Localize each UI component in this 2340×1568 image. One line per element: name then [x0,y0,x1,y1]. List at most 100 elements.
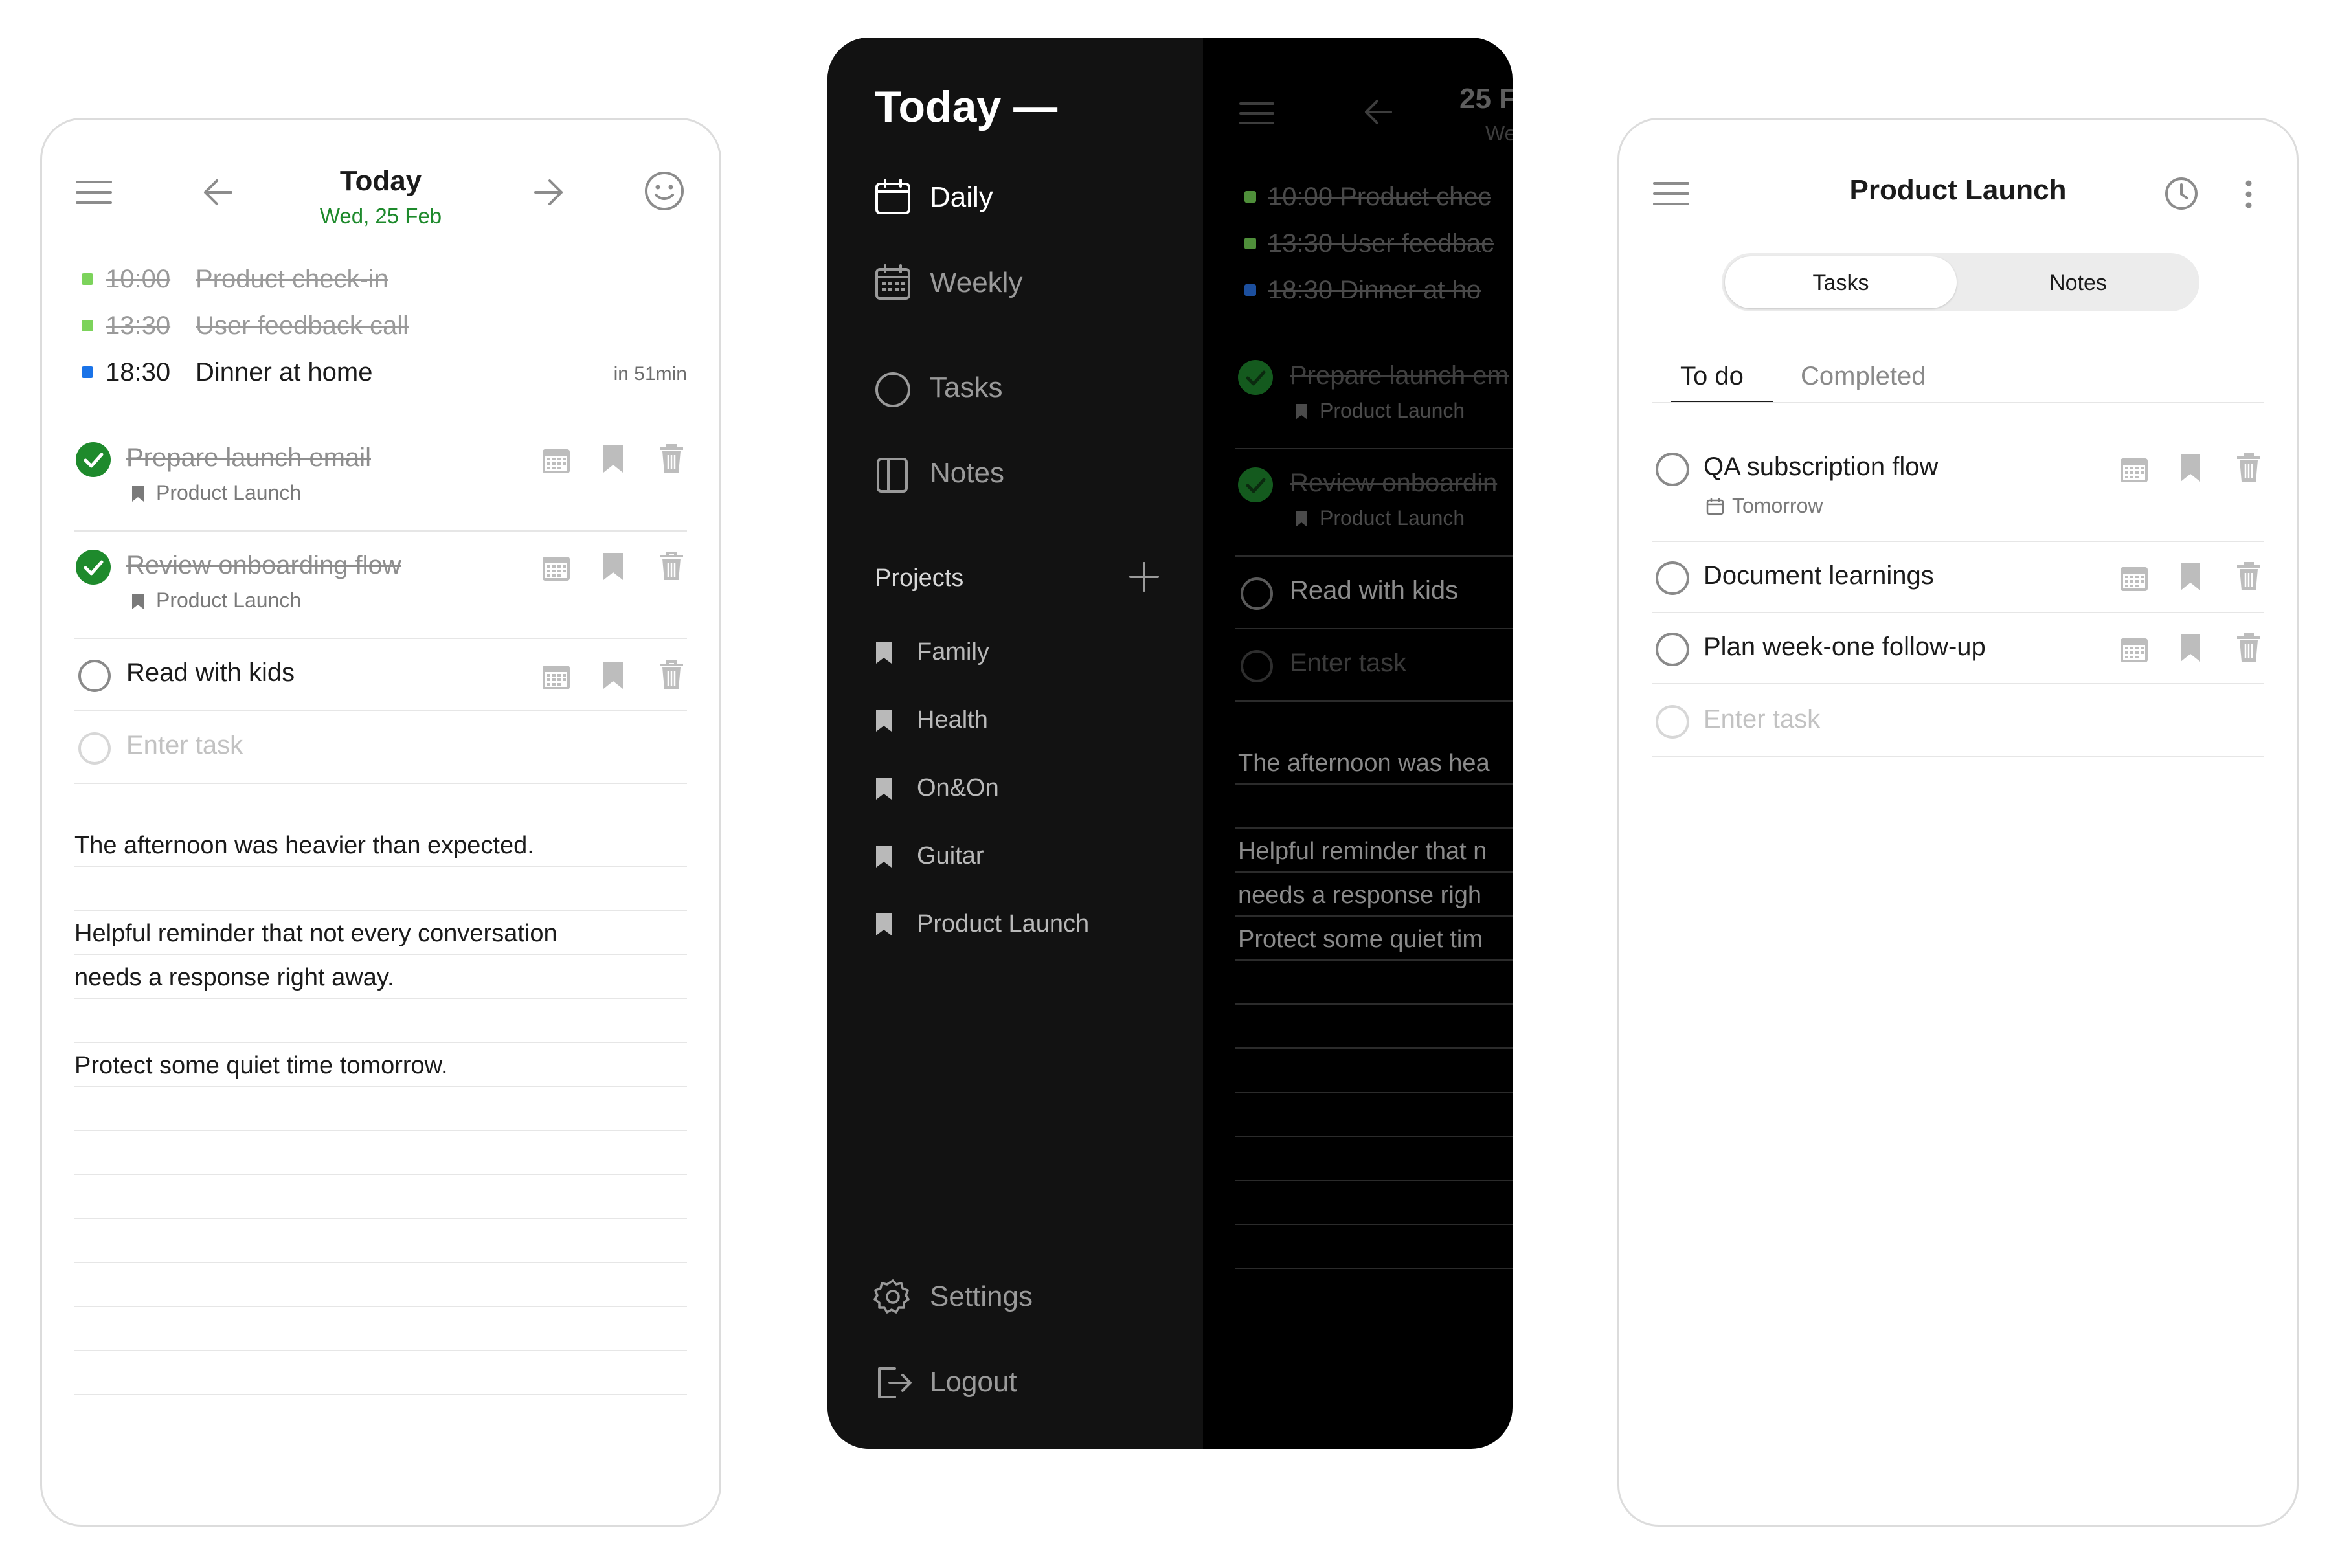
completed-check-icon [1238,360,1273,395]
bookmark-icon [1295,403,1308,420]
delete-icon[interactable] [2237,633,2260,662]
event-color-dot [1244,191,1256,203]
bookmark-action-icon[interactable] [603,552,624,581]
schedule-icon[interactable] [2121,455,2148,482]
peek-note-line: Protect some quiet tim [1238,926,1483,953]
note-line: Helpful reminder that not every conversa… [74,920,557,947]
next-day-icon[interactable] [533,177,564,208]
divider [74,638,687,639]
tab-label: Notes [2049,271,2107,295]
task-title: Prepare launch email [126,443,371,472]
more-options-icon[interactable] [2245,180,2253,208]
tab-tasks[interactable]: Tasks [1725,256,1957,308]
event-title: User feedback call [196,311,409,340]
divider [1652,402,2264,403]
peek-task-project: Product Launch [1320,506,1465,530]
delete-icon[interactable] [660,552,683,581]
event-color-dot [82,320,93,331]
bookmark-action-icon[interactable] [603,445,624,473]
logout-label: Logout [930,1366,1017,1398]
note-line: needs a response right away. [74,964,394,991]
delete-icon[interactable] [2237,453,2260,482]
project-label: Family [917,638,989,666]
peek-note-line: Helpful reminder that n [1238,838,1487,865]
event-color-dot [1244,238,1256,249]
new-task-input[interactable]: Enter task [126,731,243,760]
peek-date: 25 F [1459,83,1513,115]
dimmed-today-screen[interactable]: 25 F We 10:00 Product chec 13:30 User fe… [1203,38,1513,1449]
peek-event: 18:30 Dinner at ho [1268,276,1481,304]
today-screen: Today Wed, 25 Feb 10:00 Product check-in… [40,118,721,1527]
tab-to-do[interactable]: To do [1680,362,1744,391]
peek-task-project: Product Launch [1320,399,1465,422]
bookmark-icon [875,913,892,936]
gear-icon [873,1278,912,1316]
task-checkbox [1241,577,1273,610]
settings-label: Settings [930,1281,1033,1312]
peek-task-title: Prepare launch em [1290,361,1509,390]
projects-heading: Projects [875,565,964,592]
previous-day-icon [1364,97,1393,127]
current-date: Wed, 25 Feb [319,204,442,228]
add-project-icon[interactable] [1129,562,1159,592]
side-drawer: Today — Daily Weekly Tasks Notes Project… [827,38,1203,1449]
schedule-icon[interactable] [2121,635,2148,662]
project-label: On&On [917,774,999,801]
bookmark-action-icon[interactable] [2180,454,2201,482]
tab-notes[interactable]: Notes [1960,256,2196,308]
bookmark-action-icon[interactable] [2180,634,2201,662]
tab-completed[interactable]: Completed [1801,362,1926,391]
schedule-icon[interactable] [543,662,570,689]
project-screen: Product Launch Tasks Notes To do Complet… [1617,118,2299,1527]
peek-note-line: The afternoon was hea [1238,750,1490,777]
peek-event: 10:00 Product chec [1268,183,1491,211]
peek-note-line: needs a response righ [1238,882,1482,909]
segmented-control: Tasks Notes [1722,253,2199,311]
task-checkbox[interactable] [1656,453,1689,486]
task-title: Document learnings [1704,561,1934,590]
schedule-icon[interactable] [543,446,570,473]
task-project: Product Launch [156,481,302,504]
project-label: Product Launch [917,910,1090,937]
calendar-icon [875,179,911,215]
task-checkbox[interactable] [78,660,111,692]
divider [74,783,687,784]
task-checkbox[interactable] [1656,633,1689,666]
divider [74,710,687,711]
new-task-checkbox [1241,650,1273,682]
delete-icon[interactable] [2237,562,2260,591]
peek-event: 13:30 User feedbac [1268,229,1494,258]
schedule-icon[interactable] [2121,564,2148,591]
event-time: 13:30 [106,311,171,340]
note-line: Protect some quiet time tomorrow. [74,1052,448,1079]
nav-label: Weekly [930,267,1023,298]
bookmark-icon [875,641,892,664]
bookmark-action-icon[interactable] [603,661,624,689]
task-checkbox[interactable] [1656,561,1689,595]
menu-screen: Today — Daily Weekly Tasks Notes Project… [827,38,1513,1449]
event-title: Dinner at home [196,358,373,386]
circle-icon [875,372,911,408]
bookmark-icon [875,777,892,800]
event-time: 10:00 [106,265,171,293]
event-color-dot [82,366,93,378]
bookmark-action-icon[interactable] [2180,563,2201,591]
event-color-dot [82,273,93,285]
completed-check-icon[interactable] [76,550,111,585]
schedule-icon[interactable] [543,554,570,581]
smiley-icon[interactable] [644,170,685,212]
bookmark-icon [875,845,892,868]
note-line: The afternoon was heavier than expected. [74,832,534,859]
new-task-checkbox [78,732,111,765]
task-title: Review onboarding flow [126,551,401,579]
bookmark-icon [875,709,892,732]
completed-check-icon[interactable] [76,442,111,477]
history-icon[interactable] [2165,177,2198,210]
event-color-dot [1244,284,1256,296]
delete-icon[interactable] [660,660,683,689]
drawer-title: Today — [875,82,1058,131]
peek-enter-task: Enter task [1290,649,1407,677]
new-task-input[interactable]: Enter task [1704,705,1820,734]
delete-icon[interactable] [660,444,683,473]
hamburger-menu-icon [1239,101,1274,126]
